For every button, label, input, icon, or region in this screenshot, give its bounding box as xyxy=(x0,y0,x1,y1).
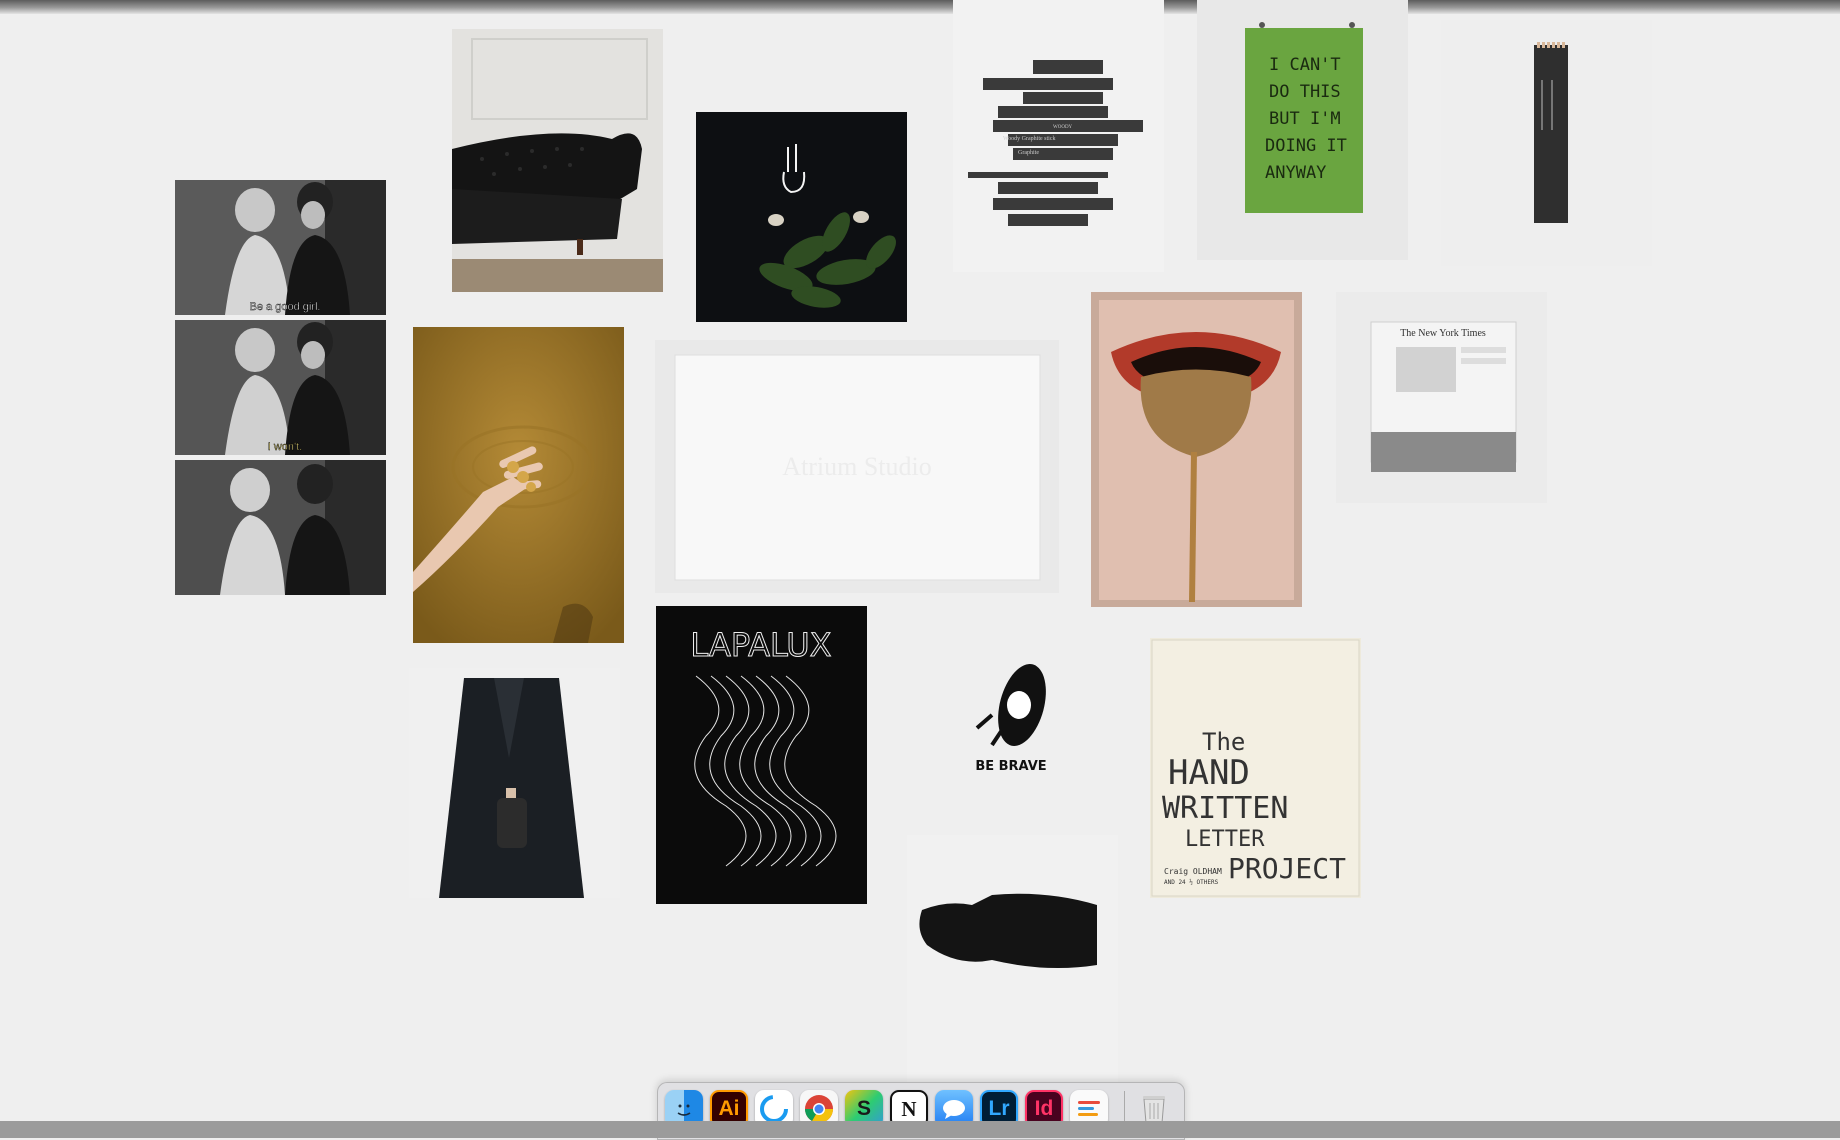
graphite-label-2: Woody Graphite stick xyxy=(1003,136,1056,142)
green-poster-photo: I CAN'T DO THIS BUT I'M DOING IT ANYWAY xyxy=(1197,0,1408,260)
business-card-photo: Atrium Studio xyxy=(655,340,1059,593)
window-bottom-bar xyxy=(0,1121,1840,1138)
poster-line-3: BUT I'M xyxy=(1269,109,1341,129)
film-caption-2: I won't. xyxy=(268,441,303,453)
gold-tongue-photo xyxy=(1091,292,1302,607)
gold-hand-photo xyxy=(413,327,624,643)
lapalux-poster-photo: LAPALUX xyxy=(656,606,867,904)
pencil-box-photo xyxy=(1441,20,1652,266)
card-text: Atrium Studio xyxy=(782,452,932,481)
book-line-4: LETTER xyxy=(1185,827,1265,852)
book-author-1: Craig OLDHAM xyxy=(1164,867,1222,876)
black-paint-photo xyxy=(907,835,1118,1082)
film-still-frame-2: I won't. xyxy=(175,320,386,455)
be-brave-text: BE BRAVE xyxy=(975,759,1046,774)
book-line-1: The xyxy=(1202,728,1245,756)
graphite-label-1: Graphite xyxy=(1018,150,1039,156)
poster-line-1: I CAN'T xyxy=(1269,55,1341,75)
handwritten-book-photo: The HAND WRITTEN LETTER PROJECT Craig OL… xyxy=(1150,638,1361,898)
neon-plant-photo xyxy=(696,112,907,322)
poster-line-5: ANYWAY xyxy=(1265,163,1326,183)
book-line-5: PROJECT xyxy=(1228,852,1346,885)
be-brave-photo: BE BRAVE xyxy=(907,620,1118,825)
window-top-bar xyxy=(0,0,1840,14)
film-still-frame-1: Be a good girl. xyxy=(175,180,386,315)
newspaper-photo: The New York Times xyxy=(1336,292,1547,503)
poster-line-2: DO THIS xyxy=(1269,82,1341,102)
poster-line-4: DOING IT xyxy=(1265,136,1347,156)
book-line-2: HAND xyxy=(1168,753,1250,793)
film-caption-1: Be a good girl. xyxy=(250,301,321,313)
graphite-stack-photo: Graphite Woody Graphite stick WOODY xyxy=(953,0,1164,272)
sofa-photo xyxy=(452,29,663,292)
film-still-frame-3 xyxy=(175,460,386,595)
book-author-2: AND 24 ½ OTHERS xyxy=(1164,879,1219,886)
graphite-label-3: WOODY xyxy=(1053,125,1073,130)
newspaper-masthead: The New York Times xyxy=(1400,328,1486,339)
lapalux-title: LAPALUX xyxy=(690,626,831,664)
book-line-3: WRITTEN xyxy=(1162,791,1288,826)
black-coat-photo xyxy=(409,668,620,898)
